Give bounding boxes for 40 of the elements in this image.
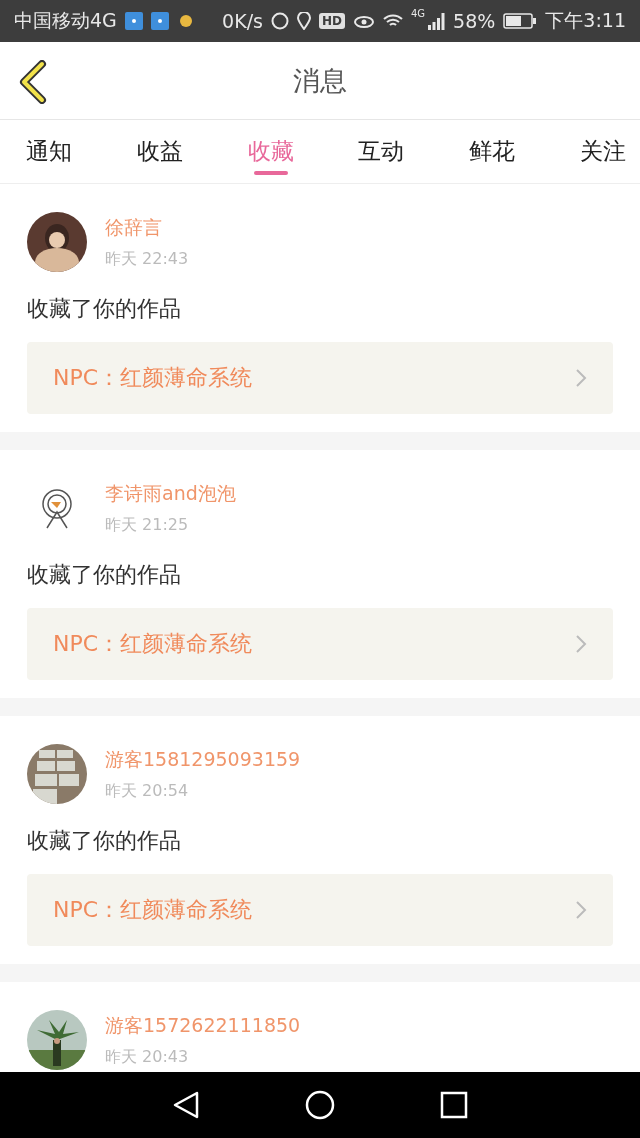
home-circle-icon[interactable] (305, 1090, 335, 1120)
battery-percent: 58% (453, 10, 496, 32)
user-name[interactable]: 游客1581295093159 (105, 746, 301, 773)
tab[interactable]: 互动 (358, 120, 405, 183)
clock-time: 下午3:11 (545, 8, 626, 33)
user-name[interactable]: 徐辞言 (105, 214, 189, 241)
tab[interactable]: 通知 (26, 120, 72, 183)
tab[interactable]: 关注 (580, 120, 626, 183)
recents-square-icon[interactable] (439, 1091, 468, 1119)
hd-badge: HD (318, 13, 345, 29)
signal-bars-icon (427, 12, 446, 30)
carrier-name: 中国移动4G (14, 8, 117, 33)
tab[interactable]: 收藏 (247, 120, 294, 183)
chevron-right-icon (575, 900, 587, 920)
tab[interactable]: 鲜花 (469, 120, 516, 183)
work-link[interactable]: NPC：红颜薄命系统 (27, 608, 613, 680)
back-icon[interactable] (18, 60, 48, 104)
message-text: 收藏了你的作品 (27, 295, 182, 323)
page-title: 消息 (293, 63, 347, 98)
signal-icon (150, 12, 169, 30)
message-time: 昨天 20:43 (105, 1046, 190, 1068)
chevron-right-icon (575, 368, 587, 388)
chevron-right-icon (575, 634, 587, 654)
back-triangle-icon[interactable] (172, 1090, 201, 1120)
location-icon (296, 12, 311, 30)
message-time: 昨天 21:25 (105, 514, 190, 536)
tab[interactable]: 收益 (136, 120, 183, 183)
eye-icon (352, 13, 375, 29)
message-text: 收藏了你的作品 (27, 827, 182, 855)
network-speed: 0K/s (222, 10, 263, 32)
message-time: 昨天 22:43 (105, 248, 189, 270)
battery-icon (503, 12, 538, 30)
message-text: 收藏了你的作品 (27, 561, 182, 589)
user-name[interactable]: 游客1572622111850 (105, 1012, 301, 1039)
user-name[interactable]: 李诗雨and泡泡 (105, 480, 236, 507)
message-time: 昨天 20:54 (105, 780, 190, 802)
work-link[interactable]: NPC：红颜薄命系统 (27, 874, 613, 946)
network-type: 4G (410, 8, 426, 19)
work-link[interactable]: NPC：红颜薄命系统 (27, 342, 613, 414)
signal-icon (124, 12, 143, 30)
